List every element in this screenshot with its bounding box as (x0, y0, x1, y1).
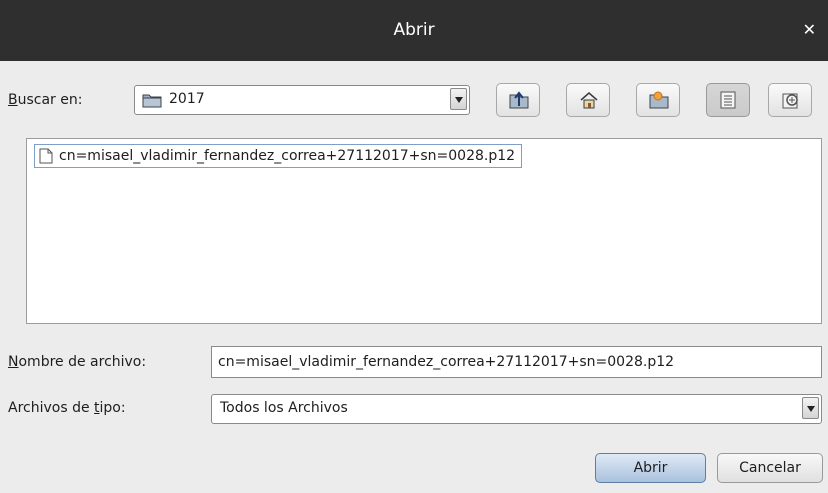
chevron-down-icon[interactable] (450, 88, 467, 110)
home-button[interactable] (566, 83, 610, 117)
home-icon (580, 92, 598, 109)
up-one-level-button[interactable] (496, 83, 540, 117)
close-icon[interactable]: ✕ (803, 20, 816, 39)
list-view-icon (720, 91, 736, 109)
dialog-body: Buscar en: 2017 cn=misael_vladimir_ferna… (0, 61, 828, 493)
filetype-label: Archivos de tipo: (8, 400, 126, 416)
folder-icon (142, 94, 162, 108)
filetype-combo[interactable]: Todos los Archivos (211, 394, 822, 424)
list-view-button[interactable] (706, 83, 750, 117)
filename-field[interactable] (211, 346, 822, 378)
file-icon (39, 148, 53, 164)
new-folder-button[interactable] (636, 83, 680, 117)
open-button[interactable]: Abrir (595, 453, 706, 483)
file-name: cn=misael_vladimir_fernandez_correa+2711… (59, 148, 516, 164)
filetype-value: Todos los Archivos (220, 400, 348, 416)
cancel-button[interactable]: Cancelar (717, 453, 823, 483)
new-folder-icon (649, 91, 669, 109)
filename-input[interactable] (212, 347, 821, 377)
file-list[interactable]: cn=misael_vladimir_fernandez_correa+2711… (26, 138, 822, 324)
filename-label: Nombre de archivo: (8, 354, 147, 370)
lookin-label: Buscar en: (8, 92, 83, 108)
dialog-title: Abrir (393, 20, 435, 40)
up-folder-icon (509, 91, 529, 109)
title-bar: Abrir ✕ (0, 0, 828, 61)
list-item[interactable]: cn=misael_vladimir_fernandez_correa+2711… (34, 144, 523, 168)
details-view-icon (782, 93, 798, 109)
lookin-value: 2017 (169, 91, 205, 107)
details-view-button[interactable] (768, 83, 812, 117)
lookin-combo[interactable]: 2017 (134, 85, 470, 115)
chevron-down-icon[interactable] (802, 397, 819, 419)
